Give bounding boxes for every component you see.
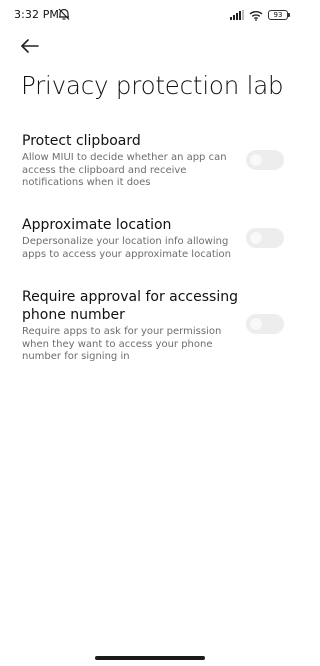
back-button[interactable] [18,36,42,56]
back-arrow-icon [21,39,39,53]
wifi-icon [249,10,263,21]
toggle-knob [250,154,262,166]
status-icons: 93 [230,8,290,22]
status-bar: 3:32 PM 93 [0,0,300,30]
protect-clipboard-toggle[interactable] [246,150,284,170]
setting-title: Require approval for accessing phone num… [22,289,238,323]
battery-icon: 93 [268,10,290,20]
home-indicator[interactable] [95,656,205,660]
require-phone-number-approval-toggle[interactable] [246,314,284,334]
toggle-knob [250,232,262,244]
setting-title: Approximate location [22,217,172,233]
signal-icon [230,10,244,20]
approximate-location-toggle[interactable] [246,228,284,248]
setting-description: Depersonalize your location info allowin… [22,236,231,260]
setting-approximate-location[interactable]: Approximate location Depersonalize your … [22,216,284,261]
status-time: 3:32 PM [14,8,60,21]
page-title: Privacy protection lab [21,71,284,100]
screen: 3:32 PM 93 Privacy protection lab Protec… [0,0,300,666]
setting-title: Protect clipboard [22,133,141,149]
setting-protect-clipboard[interactable]: Protect clipboard Allow MIUI to decide w… [22,132,284,190]
battery-level: 93 [273,11,283,19]
setting-require-phone-number-approval[interactable]: Require approval for accessing phone num… [22,288,284,364]
setting-description: Require apps to ask for your permission … [22,326,222,362]
battery-tip [288,13,290,17]
setting-description: Allow MIUI to decide whether an app can … [22,152,227,188]
toggle-knob [250,318,262,330]
alarm-muted-icon [58,8,70,20]
